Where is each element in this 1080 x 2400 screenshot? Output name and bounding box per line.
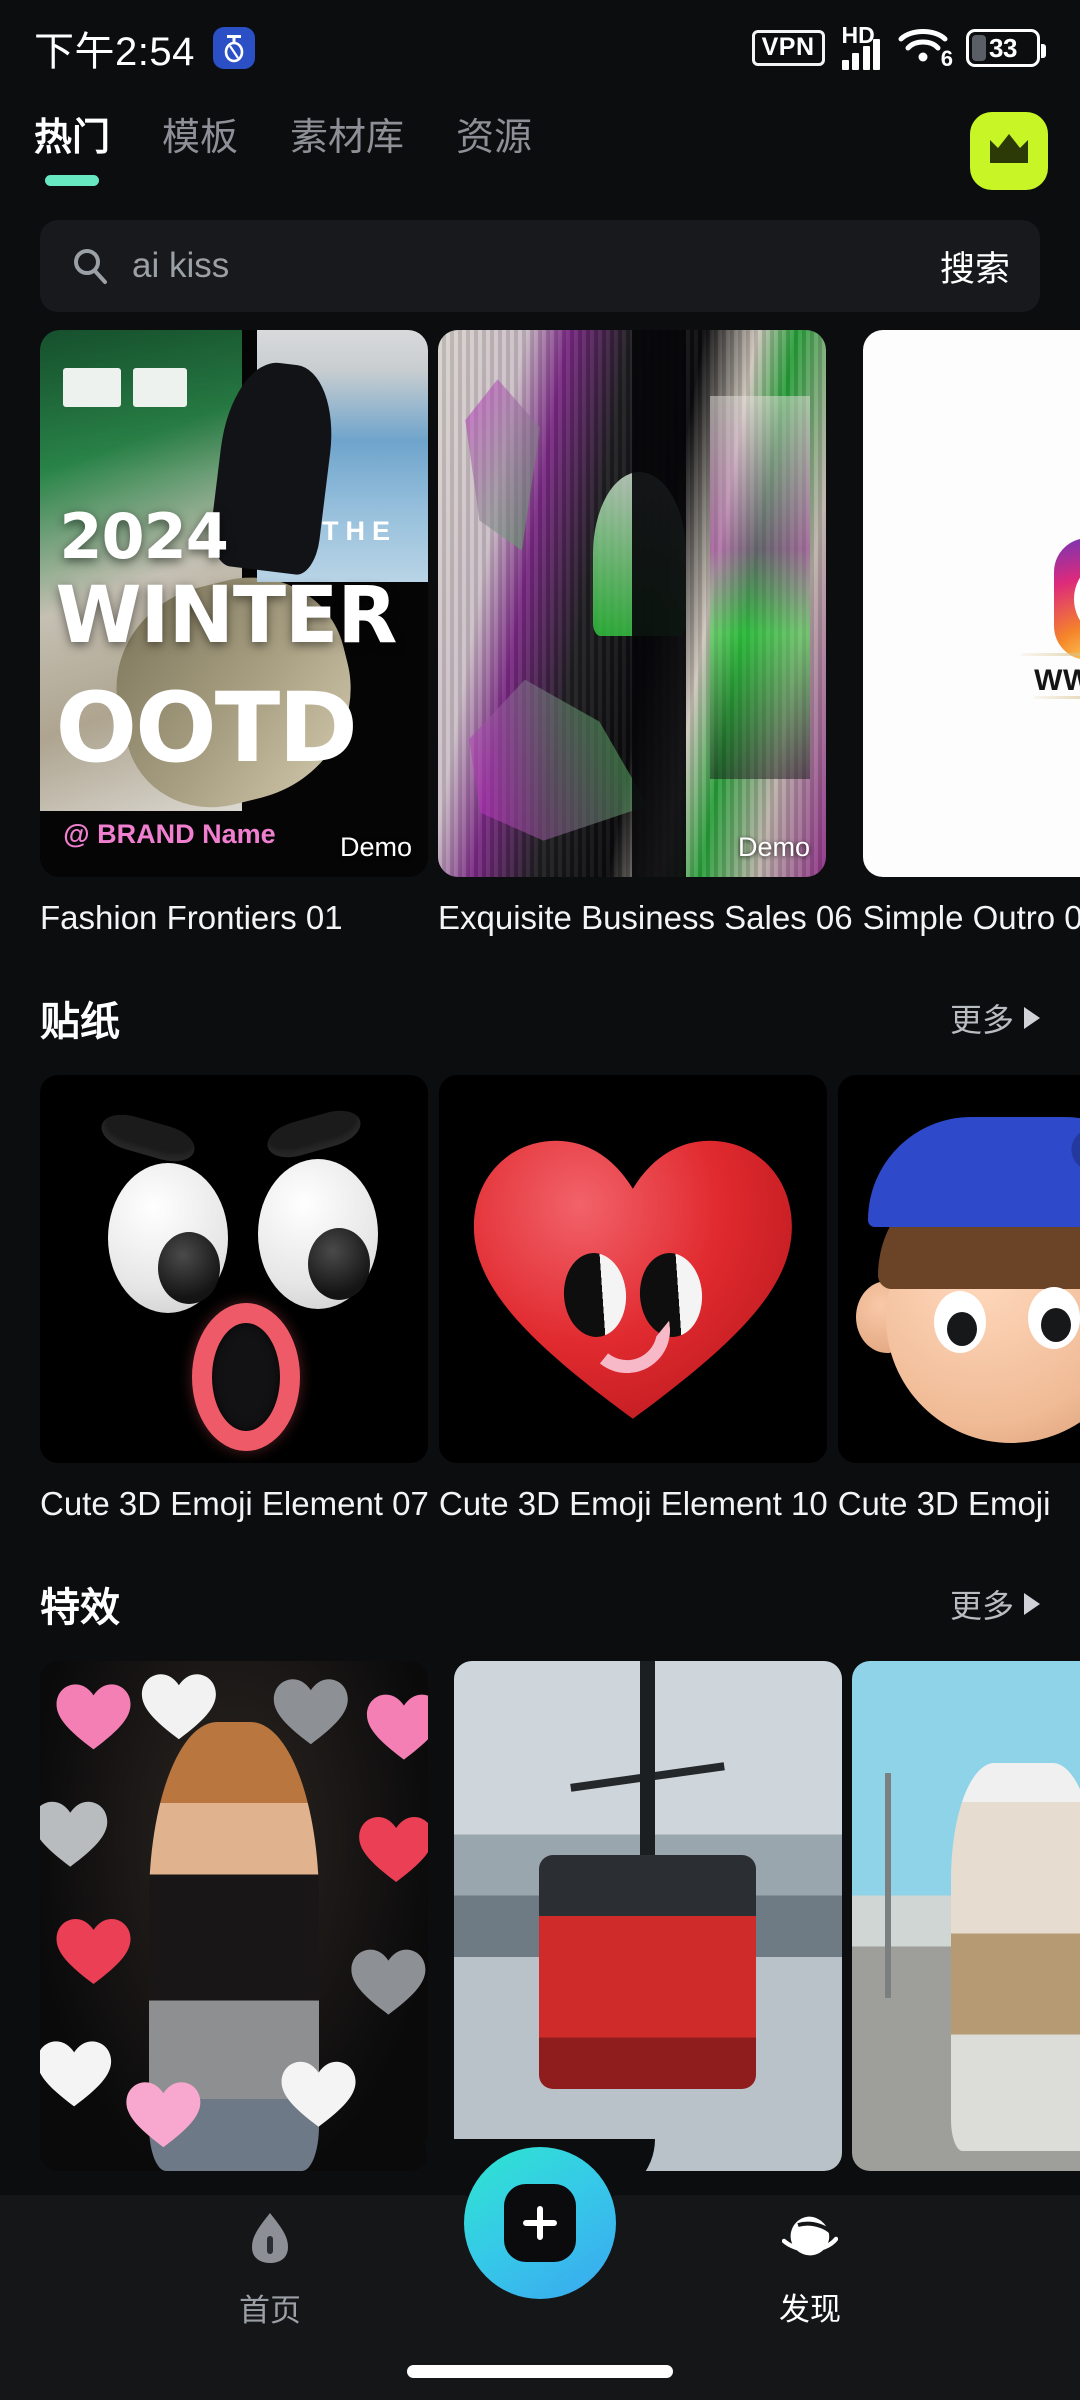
nav-item-home-label: 首页 [239, 2293, 301, 2328]
effects-section-header: 特效 更多 [0, 1575, 1080, 1633]
battery-level: 33 [989, 32, 1017, 63]
overlay-brand: @ BRAND Name [63, 818, 276, 849]
nav-item-home[interactable]: 首页 [0, 2210, 540, 2330]
search-input[interactable]: ai kiss [110, 246, 920, 286]
more-label: 更多 [949, 1588, 1014, 1624]
nav-item-discover-label: 发现 [779, 2292, 841, 2327]
crown-icon [986, 130, 1032, 173]
nav-item-discover[interactable]: 发现 [540, 2211, 1080, 2329]
template-thumbnail[interactable]: WWW.FILM [862, 330, 1080, 877]
overlay-the: THE [321, 515, 397, 546]
instagram-icon [1053, 537, 1080, 660]
sticker-thumbnail[interactable] [40, 1075, 428, 1463]
chevron-right-icon [1024, 1007, 1040, 1029]
tab-asset-library[interactable]: 素材库 [290, 117, 405, 186]
heart-emoji-icon [468, 1127, 798, 1427]
home-icon [247, 2210, 293, 2271]
tab-resources-label: 资源 [456, 117, 533, 159]
scroll-content[interactable]: 2024 THE WINTER OOTD @ BRAND Name Demo F… [0, 330, 1080, 2195]
templates-row[interactable]: 2024 THE WINTER OOTD @ BRAND Name Demo F… [0, 330, 1080, 937]
effect-card[interactable]: Motion Fast Zoom [453, 1661, 842, 2195]
status-bar: 下午2:54 VPN HD 6 33 [0, 0, 1080, 96]
sticker-title: Cute 3D Emoji Element 07 [40, 1485, 429, 1522]
battery-icon: 33 [966, 29, 1046, 67]
overlay-ootd: OOTD [55, 672, 358, 785]
search-submit-button[interactable]: 搜索 [920, 241, 1010, 292]
clock-app-icon [212, 27, 255, 69]
sticker-card[interactable]: Cute 3D Emoji Element 07 [40, 1075, 429, 1523]
tab-list: 热门 模板 素材库 资源 [34, 117, 533, 186]
template-art-fashion: 2024 THE WINTER OOTD @ BRAND Name [40, 330, 428, 877]
emoji-mouth [192, 1303, 300, 1451]
template-title: Fashion Frontiers 01 [40, 899, 343, 936]
vpn-icon: VPN [751, 30, 825, 66]
section-title: 特效 [40, 1586, 120, 1630]
template-title: Simple Outro 0 [862, 899, 1080, 936]
effects-row[interactable]: Infinite Romance Overlay… Motion Fast Zo… [0, 1661, 1080, 2195]
template-thumbnail[interactable]: Demo [438, 330, 826, 877]
stickers-section-header: 贴纸 更多 [0, 989, 1080, 1047]
tab-active-indicator [45, 174, 99, 186]
stickers-more-button[interactable]: 更多 [950, 995, 1040, 1041]
status-time: 下午2:54 [34, 30, 195, 74]
demo-badge: Demo [737, 832, 810, 862]
effect-thumbnail[interactable] [851, 1661, 1080, 2171]
sticker-title: Cute 3D Emoji Element 10 [438, 1485, 828, 1522]
status-bar-left: 下午2:54 [34, 19, 255, 77]
overlay-url: WWW.FILM [1034, 663, 1080, 697]
search-bar[interactable]: ai kiss 搜索 [40, 220, 1040, 312]
effect-thumbnail[interactable] [40, 1661, 428, 2171]
effects-more-button[interactable]: 更多 [950, 1581, 1040, 1627]
plus-icon [504, 2184, 576, 2262]
effect-card[interactable]: Infinite Romance Overlay… [40, 1661, 444, 2195]
chevron-right-icon [1024, 1593, 1040, 1615]
effect-thumbnail[interactable] [453, 1661, 842, 2171]
tab-hot[interactable]: 热门 [34, 117, 111, 186]
stickers-row[interactable]: Cute 3D Emoji Element 07 Cute 3D Emoji E… [0, 1075, 1080, 1523]
tab-hot-label: 热门 [34, 117, 111, 159]
template-card[interactable]: 2024 THE WINTER OOTD @ BRAND Name Demo F… [40, 330, 428, 937]
home-indicator [407, 2365, 673, 2378]
overlay-winter: WINTER [55, 570, 398, 661]
create-button[interactable] [464, 2147, 616, 2299]
premium-button[interactable] [970, 112, 1048, 190]
wifi-generation: 6 [940, 46, 953, 71]
tab-templates[interactable]: 模板 [162, 117, 239, 186]
sticker-card[interactable]: Cute 3D Emoji Element 10 [438, 1075, 828, 1523]
sticker-card[interactable]: Cute 3D Emoji [837, 1075, 1080, 1523]
more-label: 更多 [949, 1002, 1014, 1038]
template-card[interactable]: Demo Exquisite Business Sales 06 [438, 330, 853, 937]
bottom-navigation: 首页 发现 [0, 2139, 1080, 2400]
template-card[interactable]: WWW.FILM Simple Outro 0 [862, 330, 1080, 937]
sticker-thumbnail[interactable] [837, 1075, 1080, 1463]
planet-icon [781, 2211, 839, 2270]
template-thumbnail[interactable]: 2024 THE WINTER OOTD @ BRAND Name Demo [40, 330, 428, 877]
sticker-title: Cute 3D Emoji [837, 1485, 1051, 1522]
tab-templates-label: 模板 [162, 117, 239, 159]
overlay-year: 2024 [59, 499, 229, 573]
template-art-outro: WWW.FILM [862, 330, 1080, 877]
status-bar-right: VPN HD 6 33 [751, 22, 1046, 71]
wifi-icon: 6 [897, 26, 953, 71]
cellular-signal-icon: HD [841, 22, 880, 70]
tab-asset-library-label: 素材库 [290, 117, 405, 159]
template-title: Exquisite Business Sales 06 [438, 899, 853, 936]
template-art-glitch [438, 330, 826, 877]
search-icon [70, 246, 110, 286]
top-tab-bar: 热门 模板 素材库 资源 [0, 96, 1080, 204]
section-title: 贴纸 [40, 1000, 120, 1044]
demo-badge: Demo [339, 832, 412, 862]
tab-resources[interactable]: 资源 [456, 117, 533, 186]
sticker-thumbnail[interactable] [438, 1075, 827, 1463]
effect-card[interactable]: Zoom Bounce [851, 1661, 1080, 2195]
hd-label: HD [841, 22, 875, 48]
